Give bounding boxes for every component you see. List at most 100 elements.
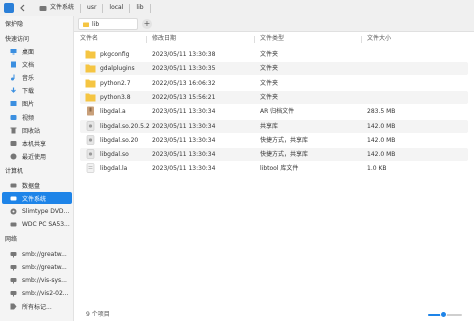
sidebar-item-label: 图片 [22,101,35,109]
sidebar-item-label: smb://vis2-02... [22,290,69,298]
folder-icon [83,22,89,27]
disk-icon [10,222,17,227]
sidebar-item-quick-8[interactable]: 最近使用 [0,151,73,163]
file-modified: 2023/05/11 13:30:34 [152,122,216,130]
column-divider[interactable] [254,36,255,43]
column-header-modified[interactable]: 修改日期 [152,33,176,45]
file-modified: 2023/05/11 13:30:35 [152,65,216,73]
network-share-icon [10,264,17,271]
drive-icon [39,5,47,11]
breadcrumb-lib[interactable]: lib [130,2,149,14]
file-size: 142.0 MB [367,136,396,144]
music-icon [11,74,15,81]
breadcrumb-local[interactable]: local [103,2,129,14]
sidebar-item-quick-7[interactable]: 本机共享 [0,137,73,149]
file-name: libgdal.so.20.5.2 [100,122,150,130]
file-modified: 2023/05/11 13:30:34 [152,136,216,144]
breadcrumb-usr[interactable]: usr [81,2,102,14]
sidebar-item-label: 桌面 [22,48,35,56]
file-type: 文件夹 [260,79,279,87]
file-name: gdalplugins [100,65,135,73]
sidebar-section-network[interactable]: 网络 [5,235,17,245]
sidebar-item-computer-3[interactable]: WDC PC SA53... [0,219,73,231]
tab-title: lib [92,20,100,28]
sidebar-item-label: smb://vis-sys... [22,276,67,284]
zoom-slider-handle[interactable] [439,311,447,318]
sidebar-item-label: 回收站 [22,127,41,135]
file-row[interactable]: libgdal.so 2023/05/11 13:30:34 快捷方式，共享库 142… [80,148,468,162]
sidebar-item-computer-1[interactable]: 文件系统 [2,192,72,205]
file-type: 快捷方式，共享库 [260,136,309,144]
sidebar-item-quick-1[interactable]: 文档 [0,58,73,70]
sidebar-section-quick-access[interactable]: 快速访问 [5,35,29,45]
sidebar-item-label: 视频 [22,114,35,122]
sidebar-item-quick-3[interactable]: 下载 [0,85,73,97]
sidebar-section-protect[interactable]: 保护隐 [5,20,23,30]
file-modified: 2023/05/11 13:30:34 [152,151,216,159]
file-row[interactable]: libgdal.so.20 2023/05/11 13:30:34 快捷方式，共享库… [80,134,468,147]
sidebar-item-quick-4[interactable]: 图片 [0,98,73,110]
title-bar: 文件系统 usr local lib [0,0,474,16]
file-row[interactable]: pkgconfig 2023/05/11 13:30:38 文件夹 [80,48,468,61]
tag-icon [10,303,17,310]
file-modified: 2022/05/13 15:56:21 [152,93,216,101]
sidebar-item-label: 最近使用 [22,154,47,162]
file-type: 共享库 [260,122,279,130]
file-row[interactable]: gdalplugins 2023/05/11 13:30:35 文件夹 [80,62,468,76]
sidebar-item-quick-2[interactable]: 音乐 [0,71,73,83]
share-icon [10,140,17,146]
file-row[interactable]: python3.8 2022/05/13 15:56:21 文件夹 [80,90,468,104]
tab-lib[interactable]: lib [78,18,138,30]
network-share-icon [10,277,17,284]
file-type: 文件夹 [260,51,279,58]
status-bar: 9 个项目 [74,306,474,321]
item-count: 9 个项目 [86,311,110,318]
document-icon [11,61,16,68]
column-header-name[interactable]: 文件名 [80,33,98,45]
column-header-type[interactable]: 文件类型 [260,33,284,45]
breadcrumb: 文件系统 usr local lib [33,2,151,14]
file-modified: 2022/05/13 16:06:32 [152,79,216,87]
sidebar-item-label: 本机共享 [22,140,47,148]
column-divider[interactable] [361,36,362,43]
sidebar-item-label: 所有标记... [22,304,52,312]
network-share-icon [10,251,17,257]
sidebar-section-computer[interactable]: 计算机 [5,167,23,177]
sidebar-item-computer-0[interactable]: 数据盘 [0,179,73,191]
sidebar-item-quick-5[interactable]: 视频 [0,111,73,123]
column-header-size[interactable]: 文件大小 [367,33,391,45]
file-size: 1.0 KB [367,165,387,173]
folder-icon [85,64,96,73]
breadcrumb-label: 文件系统 [50,4,75,11]
sidebar-item-quick-6[interactable]: 回收站 [0,124,73,136]
file-type: libtool 库文件 [260,165,299,173]
sidebar-item-label: WDC PC SA53... [22,221,70,229]
add-tab-button[interactable]: + [142,19,152,29]
sidebar-item-computer-2[interactable]: Slimtype DVD... [0,205,73,217]
sidebar-item-network-1[interactable]: smb://greatw... [0,261,73,273]
file-row[interactable]: libgdal.la 2023/05/11 13:30:34 libtool 库文件… [80,162,468,175]
file-name: libgdal.so [100,151,129,159]
sidebar-item-label: Slimtype DVD... [22,207,70,215]
file-modified: 2023/05/11 13:30:34 [152,165,216,173]
picture-icon [10,101,17,107]
column-divider[interactable] [146,36,147,43]
sidebar-item-label: 文档 [22,61,35,69]
back-icon[interactable] [18,3,28,13]
sidebar-item-network-3[interactable]: smb://vis2-02... [0,288,73,300]
sidebar-item-network-4[interactable]: 所有标记... [0,301,73,313]
sidebar-item-quick-0[interactable]: 桌面 [0,45,73,57]
sidebar-item-label: 数据盘 [22,182,41,190]
file-row[interactable]: libgdal.so.20.5.2 2023/05/11 13:30:34 共享库 1… [80,119,468,133]
video-icon [10,114,17,120]
breadcrumb-filesystem[interactable]: 文件系统 [33,2,80,14]
folder-icon [85,50,96,59]
sidebar-item-network-0[interactable]: smb://greatw... [0,248,73,260]
file-row[interactable]: python2.7 2022/05/13 16:06:32 文件夹 [80,77,468,90]
file-modified: 2023/05/11 13:30:38 [152,51,216,58]
folder-icon [85,93,96,102]
sidebar-item-network-2[interactable]: smb://vis-sys... [0,274,73,286]
file-name: libgdal.a [100,108,126,116]
library-file-icon [86,120,95,131]
file-row[interactable]: libgdal.a 2023/05/11 13:30:34 AR 归档文件 283.5… [80,105,468,118]
